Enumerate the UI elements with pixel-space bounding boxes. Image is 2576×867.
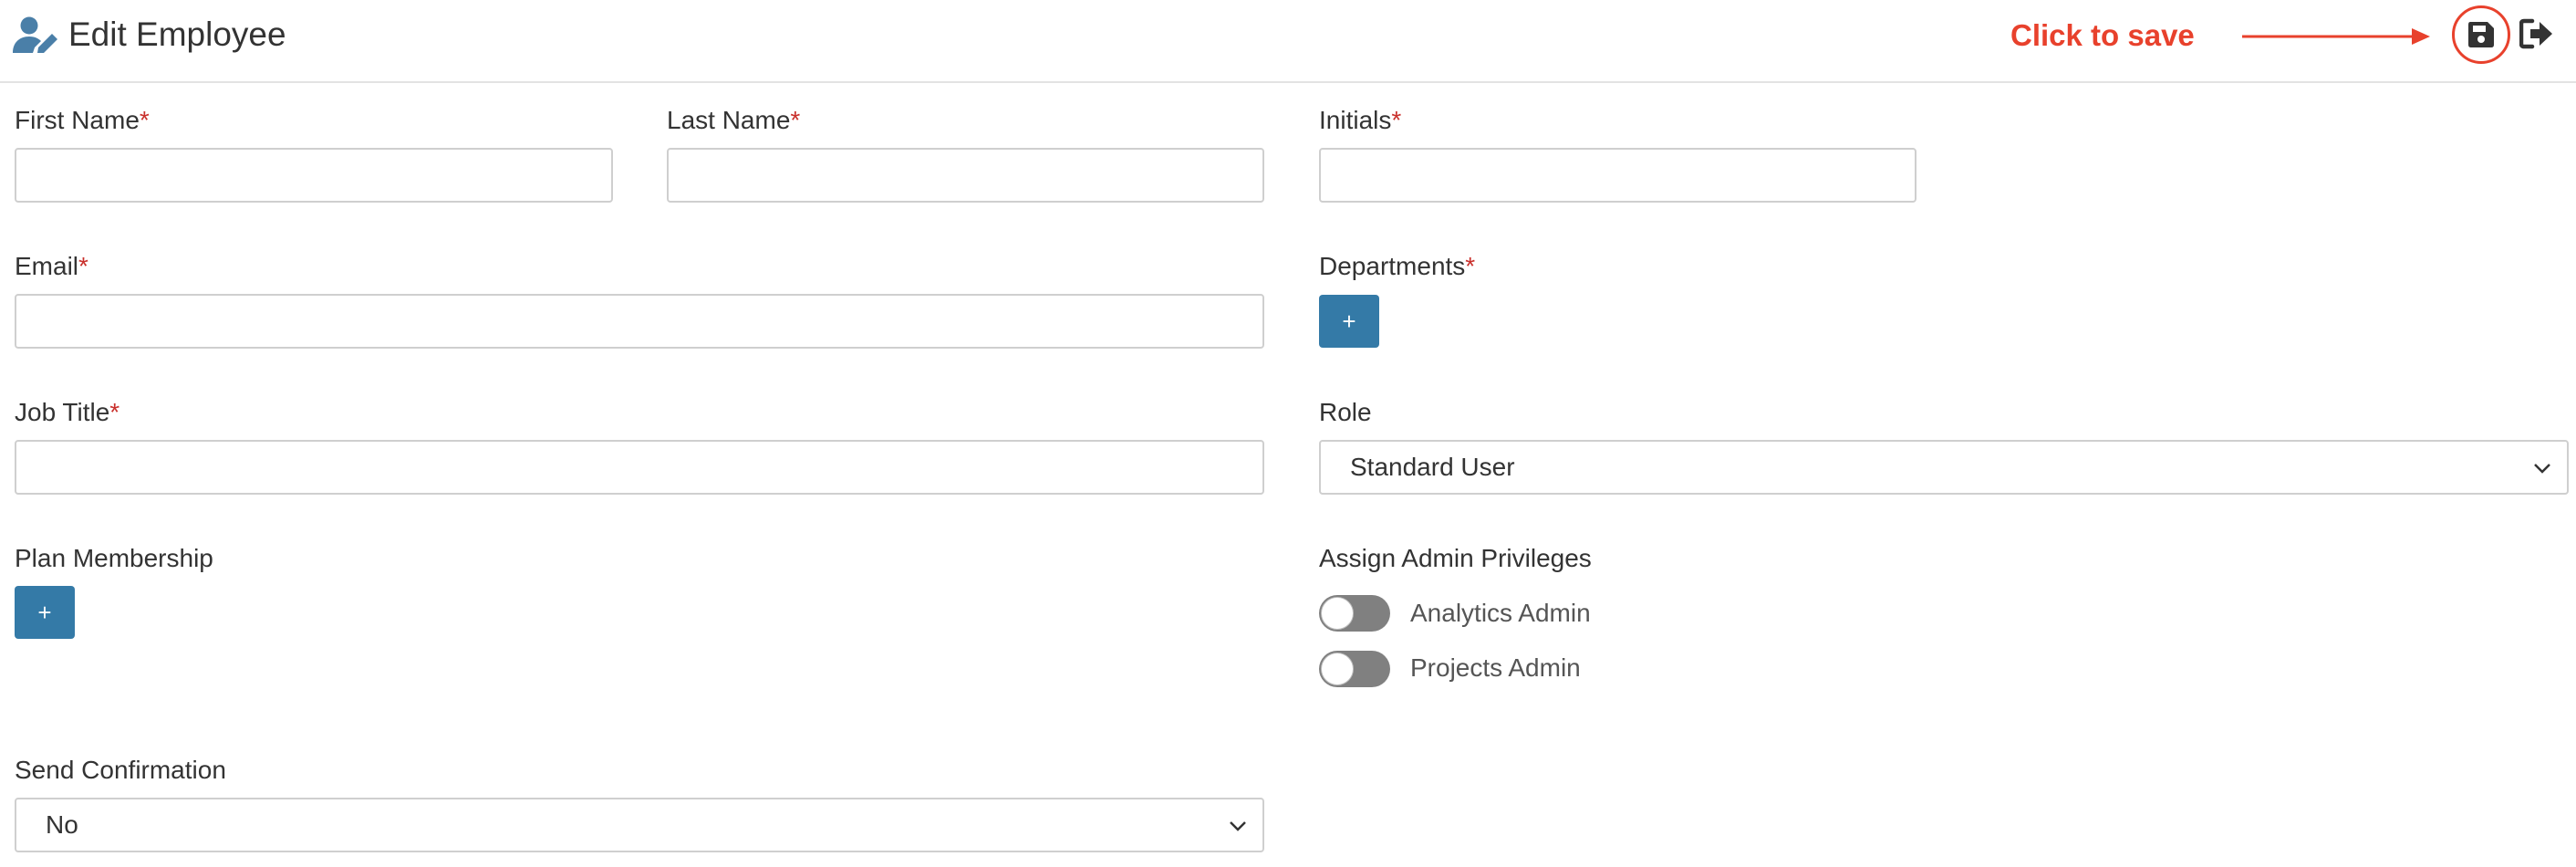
role-label: Role [1319, 398, 1372, 426]
first-name-label: First Name* [15, 106, 150, 134]
email-input[interactable] [15, 294, 1264, 349]
last-name-input[interactable] [667, 148, 1264, 203]
last-name-label: Last Name* [667, 106, 801, 134]
required-marker: * [139, 106, 150, 134]
plan-membership-label: Plan Membership [15, 544, 213, 572]
page-title: Edit Employee [68, 16, 286, 53]
initials-label: Initials* [1319, 106, 1402, 134]
send-confirmation-label: Send Confirmation [15, 756, 226, 784]
floppy-disk-icon [2468, 22, 2494, 47]
admin-privileges-label: Assign Admin Privileges [1319, 544, 1592, 572]
add-department-button[interactable]: + [1319, 295, 1379, 348]
required-marker: * [790, 106, 801, 134]
analytics-admin-toggle[interactable] [1319, 595, 1390, 632]
projects-admin-label: Projects Admin [1410, 653, 1581, 682]
analytics-admin-label: Analytics Admin [1410, 599, 1591, 627]
send-confirmation-selected-value: No [46, 810, 78, 839]
user-edit-icon [13, 16, 57, 53]
toggle-knob [1321, 597, 1354, 630]
send-confirmation-select[interactable]: No [15, 798, 1264, 852]
job-title-label: Job Title* [15, 398, 120, 426]
email-label: Email* [15, 252, 88, 280]
sign-out-icon[interactable] [2519, 18, 2554, 49]
projects-admin-toggle[interactable] [1319, 651, 1390, 687]
annotation-arrow-icon [2242, 28, 2430, 45]
role-select[interactable]: Standard User [1319, 440, 2569, 495]
required-marker: * [1465, 252, 1476, 280]
chevron-down-icon [2534, 464, 2550, 474]
chevron-down-icon [1230, 821, 1246, 831]
add-plan-membership-button[interactable]: + [15, 586, 75, 639]
required-marker: * [78, 252, 88, 280]
required-marker: * [109, 398, 120, 426]
departments-label: Departments* [1319, 252, 1476, 280]
job-title-input[interactable] [15, 440, 1264, 495]
required-marker: * [1391, 106, 1402, 134]
initials-input[interactable] [1319, 148, 1916, 203]
first-name-input[interactable] [15, 148, 613, 203]
page-header: Edit Employee Click to save [0, 0, 2576, 83]
role-selected-value: Standard User [1350, 453, 1515, 481]
toggle-knob [1321, 653, 1354, 685]
save-button[interactable] [2452, 5, 2510, 64]
save-annotation-text: Click to save [2010, 18, 2195, 52]
